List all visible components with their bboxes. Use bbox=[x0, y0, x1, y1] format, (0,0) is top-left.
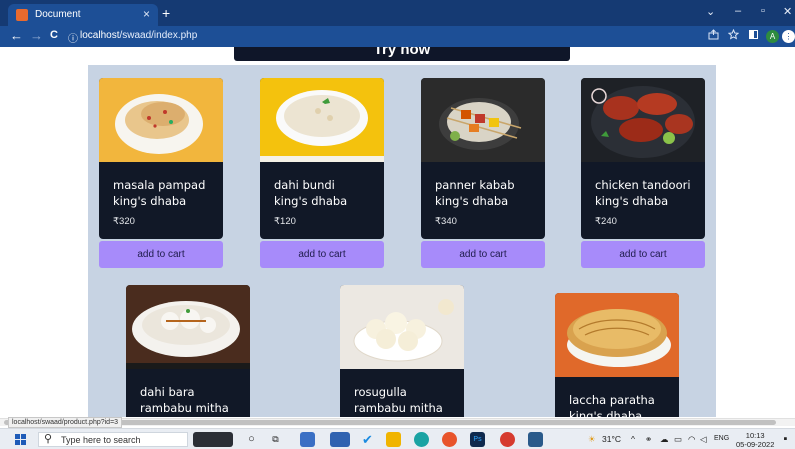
product-name: masala pampad bbox=[113, 178, 206, 192]
product-card[interactable]: masala pampad king's dhaba ₹320 bbox=[99, 78, 223, 239]
product-panel: masala pampad king's dhaba ₹320 add to c… bbox=[88, 65, 716, 417]
status-link-preview: localhost/swaad/product.php?id=3 bbox=[8, 417, 123, 428]
add-to-cart-button[interactable]: add to cart bbox=[260, 241, 384, 268]
browser-tab[interactable]: Document × bbox=[8, 4, 158, 26]
tab-close-icon[interactable]: × bbox=[143, 7, 150, 21]
dahi-bundi-image bbox=[260, 78, 384, 162]
taskbar-clock[interactable]: 10:13 05-09-2022 bbox=[736, 431, 774, 449]
chrome-profile-icon[interactable] bbox=[500, 432, 515, 447]
notification-icon[interactable]: ▪ bbox=[778, 432, 793, 447]
volume-icon[interactable]: ◁ bbox=[700, 434, 707, 445]
reload-icon[interactable]: C bbox=[50, 29, 58, 41]
url-path: /swaad/index.php bbox=[119, 30, 198, 41]
product-shop: king's dhaba bbox=[595, 194, 669, 208]
add-to-cart-button[interactable]: add to cart bbox=[99, 241, 223, 268]
todo-check-icon[interactable]: ✔ bbox=[360, 432, 375, 447]
photoshop-icon[interactable]: Ps bbox=[470, 432, 485, 447]
onedrive-icon[interactable]: ☁ bbox=[660, 434, 669, 445]
product-card[interactable]: dahi bundi king's dhaba ₹120 bbox=[260, 78, 384, 239]
clock-date: 05-09-2022 bbox=[736, 440, 775, 449]
weather-icon: ☀ bbox=[588, 434, 596, 444]
file-explorer-icon[interactable] bbox=[300, 432, 315, 447]
tab-title: Document bbox=[35, 9, 81, 20]
back-arrow-icon[interactable]: ← bbox=[10, 28, 23, 43]
product-price: ₹120 bbox=[274, 216, 296, 227]
product-card[interactable]: chicken tandoori king's dhaba ₹240 bbox=[581, 78, 705, 239]
add-to-cart-button[interactable]: add to cart bbox=[421, 241, 545, 268]
laccha-paratha-image bbox=[555, 293, 679, 377]
product-card[interactable]: panner kabab king's dhaba ₹340 bbox=[421, 78, 545, 239]
favicon-icon bbox=[16, 9, 28, 21]
vscode-icon[interactable] bbox=[528, 432, 543, 447]
profile-avatar[interactable]: A bbox=[766, 30, 779, 43]
windows-taskbar: ⚲ Type here to search ○ ⧉ ✔ Ps ☀ 31°C ^ … bbox=[0, 428, 795, 449]
new-tab-button[interactable]: + bbox=[162, 5, 170, 21]
windows-start-icon[interactable] bbox=[15, 434, 26, 445]
clock-time: 10:13 bbox=[745, 431, 765, 440]
product-card[interactable]: laccha paratha king's dhaba bbox=[555, 293, 679, 417]
tab-search-icon[interactable]: ⌄ bbox=[706, 5, 715, 18]
mail-icon[interactable] bbox=[330, 432, 350, 447]
product-shop: king's dhaba bbox=[274, 194, 348, 208]
product-shop: rambabu mitha bbox=[140, 401, 229, 415]
wifi-icon[interactable]: ◠ bbox=[688, 434, 695, 445]
product-name: rosugulla bbox=[354, 385, 407, 399]
chicken-tandoori-image bbox=[581, 78, 705, 162]
minimize-button[interactable]: – bbox=[735, 5, 741, 17]
task-view-icon[interactable]: ⧉ bbox=[268, 432, 283, 447]
panner-kabab-image bbox=[421, 78, 545, 162]
product-name: chicken tandoori bbox=[595, 178, 691, 192]
maximize-button[interactable]: ▫ bbox=[761, 5, 765, 17]
sidebar-icon[interactable] bbox=[748, 29, 759, 40]
product-name: panner kabab bbox=[435, 178, 515, 192]
tray-chevron-icon[interactable]: ^ bbox=[631, 434, 635, 444]
menu-icon[interactable]: ⋮ bbox=[782, 30, 795, 43]
url-field[interactable]: localhost/swaad/index.php bbox=[80, 30, 197, 41]
forward-arrow-icon[interactable]: → bbox=[30, 28, 43, 43]
product-name: dahi bara bbox=[140, 385, 195, 399]
product-shop: king's dhaba bbox=[569, 409, 643, 417]
product-price: ₹340 bbox=[435, 216, 457, 227]
product-name: dahi bundi bbox=[274, 178, 335, 192]
close-window-button[interactable]: ✕ bbox=[783, 5, 792, 18]
edge-icon[interactable] bbox=[414, 432, 429, 447]
tray-app-icon[interactable]: ⚭ bbox=[645, 434, 652, 445]
product-shop: rambabu mitha bbox=[354, 401, 443, 415]
search-placeholder: Type here to search bbox=[61, 435, 141, 445]
product-price: ₹320 bbox=[113, 216, 135, 227]
share-icon[interactable] bbox=[708, 29, 719, 40]
site-info-icon[interactable]: ⓘ bbox=[68, 30, 78, 45]
address-bar: ← → C ⓘ localhost/swaad/index.php A ⋮ bbox=[0, 26, 795, 47]
masala-pampad-image bbox=[99, 78, 223, 162]
product-name: laccha paratha bbox=[569, 393, 655, 407]
page-heading: Try now bbox=[373, 47, 431, 58]
product-shop: king's dhaba bbox=[435, 194, 509, 208]
weather-temp[interactable]: 31°C bbox=[602, 434, 621, 444]
browser-tab-bar: Document × + ⌄ – ▫ ✕ bbox=[0, 0, 795, 26]
chrome-icon[interactable] bbox=[442, 432, 457, 447]
battery-icon[interactable]: ▭ bbox=[674, 434, 682, 445]
product-shop: king's dhaba bbox=[113, 194, 187, 208]
product-card[interactable]: rosugulla rambabu mitha bbox=[340, 285, 464, 417]
rosugulla-image bbox=[340, 285, 464, 369]
add-to-cart-button[interactable]: add to cart bbox=[581, 241, 705, 268]
web-page: Try now masala pampad king's dhaba ₹320 … bbox=[0, 47, 795, 417]
taskbar-search-box[interactable]: ⚲ Type here to search bbox=[38, 432, 188, 447]
news-widget-icon[interactable] bbox=[193, 432, 233, 447]
try-now-banner: Try now bbox=[234, 47, 570, 61]
product-card[interactable]: dahi bara rambabu mitha bbox=[126, 285, 250, 417]
language-indicator[interactable]: ENG bbox=[714, 435, 729, 442]
search-icon: ⚲ bbox=[44, 433, 53, 445]
url-host: localhost bbox=[80, 30, 120, 41]
product-price: ₹240 bbox=[595, 216, 617, 227]
dahi-bara-image bbox=[126, 285, 250, 369]
cortana-icon[interactable]: ○ bbox=[244, 432, 259, 447]
folder-icon[interactable] bbox=[386, 432, 401, 447]
star-icon[interactable] bbox=[728, 29, 739, 40]
